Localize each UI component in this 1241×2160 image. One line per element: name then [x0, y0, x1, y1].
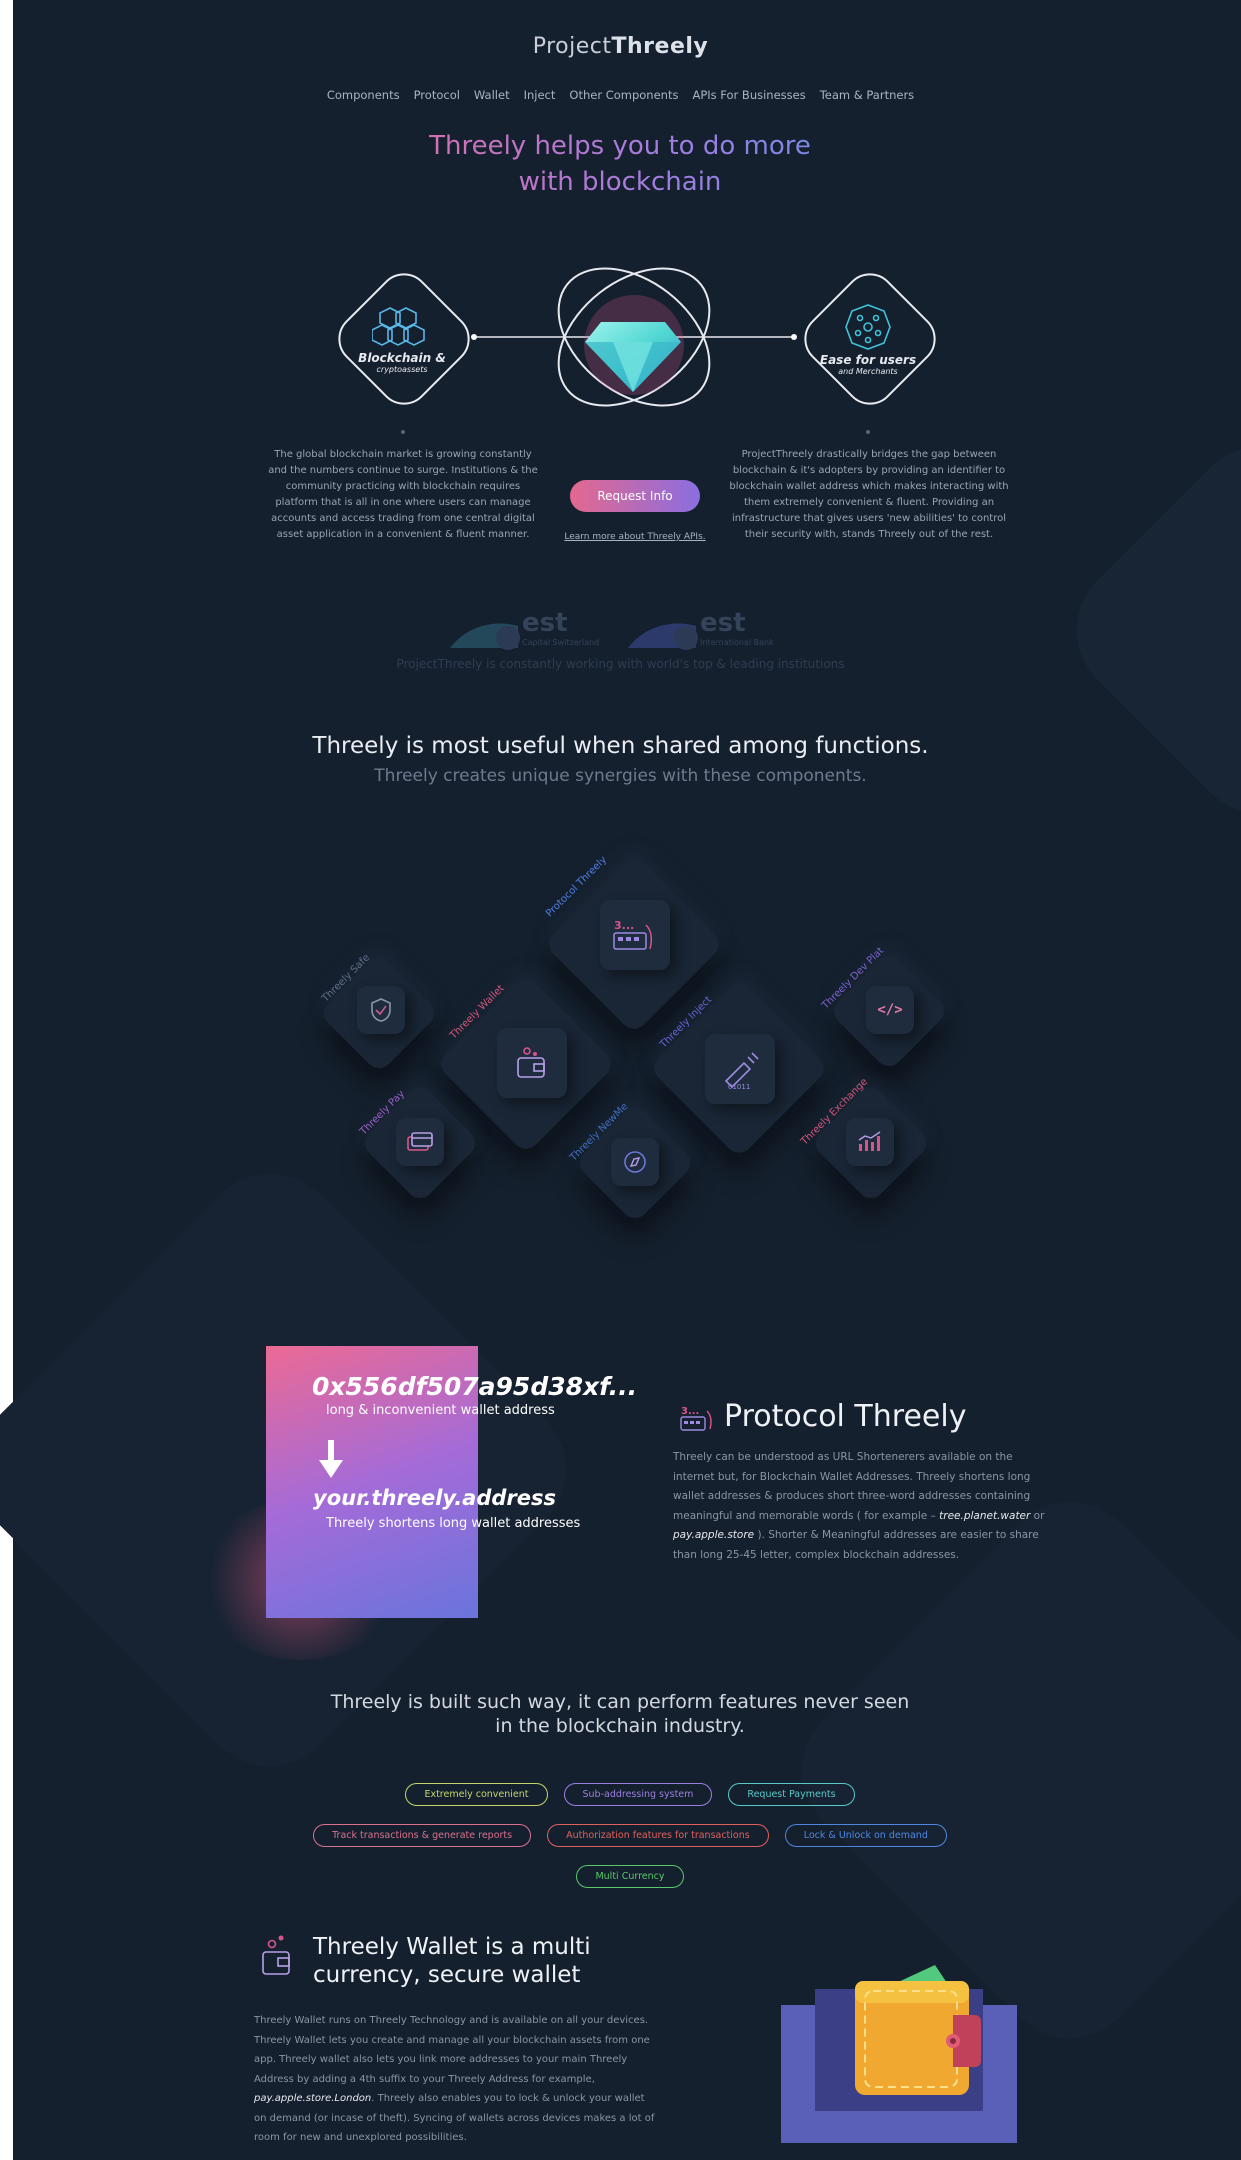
pill-multi-currency[interactable]: Multi Currency — [576, 1865, 684, 1888]
protocol-example-2: pay.apple.store — [673, 1529, 755, 1541]
nav-item-protocol[interactable]: Protocol — [414, 88, 460, 102]
pill-sub-addressing[interactable]: Sub-addressing system — [563, 1783, 713, 1806]
nav-item-other-components[interactable]: Other Components — [569, 88, 678, 102]
partner-swoosh-icon — [628, 623, 698, 650]
nav-item-apis[interactable]: APIs For Businesses — [692, 88, 805, 102]
users-card-title: Ease for users — [819, 353, 917, 367]
nav-item-team[interactable]: Team & Partners — [820, 88, 914, 102]
partner-sub-1: Capital Switzerland — [522, 638, 600, 647]
nav-item-wallet[interactable]: Wallet — [474, 88, 510, 102]
network-icon — [845, 304, 891, 350]
partner-sub-2: International Bank — [700, 638, 774, 647]
diamond-gem-icon — [585, 322, 681, 392]
wallet-example: pay.apple.store.London — [254, 2093, 372, 2104]
wallet-illustration — [781, 1965, 1017, 2143]
protocol-title: Protocol Threely — [724, 1399, 967, 1434]
request-info-button[interactable]: Request Info — [570, 480, 700, 512]
code-icon: </> — [866, 986, 914, 1034]
users-card-label: Ease for users and Merchants — [788, 353, 948, 376]
protocol-icon: 3... — [600, 900, 670, 970]
pill-extremely-convenient[interactable]: Extremely convenient — [405, 1783, 548, 1806]
long-address-caption: long & inconvenient wallet address — [326, 1403, 555, 1418]
partner-name-1: est — [522, 608, 568, 638]
short-address: your.threely.address — [313, 1486, 557, 1510]
blockchain-card-label: Blockchain & cryptoassets — [322, 351, 482, 374]
brand-prefix: Project — [532, 34, 612, 59]
partner-swoosh-icon — [450, 623, 520, 650]
wallet-text: Threely Wallet runs on Threely Technolog… — [254, 2011, 659, 2148]
wallet-title: Threely Wallet is a multi currency, secu… — [313, 1933, 591, 1989]
nav-item-components[interactable]: Components — [327, 88, 400, 102]
components-title: Threely is most useful when shared among… — [312, 733, 929, 759]
partner-name-2: est — [700, 608, 746, 638]
wallet-title-line2: currency, secure wallet — [313, 1962, 581, 1988]
pill-track-transactions[interactable]: Track transactions & generate reports — [313, 1824, 532, 1847]
users-card-subtitle: and Merchants — [838, 367, 898, 376]
top-nav: Components Protocol Wallet Inject Other … — [0, 88, 1241, 102]
brand-name: Threely — [611, 34, 709, 59]
protocol-title-code: 3... — [681, 1406, 699, 1417]
long-address: 0x556df507a95d38xf... — [312, 1372, 638, 1401]
protocol-code: 3... — [614, 919, 634, 932]
blockchain-card-subtitle: cryptoassets — [376, 365, 428, 374]
partners-text: ProjectThreely is constantly working wit… — [396, 657, 845, 671]
syringe-icon: 01011 — [705, 1034, 775, 1104]
shield-check-icon — [357, 986, 405, 1034]
left-dot — [401, 430, 405, 434]
protocol-text-b: or — [1030, 1509, 1045, 1522]
blockchain-card-title: Blockchain & — [358, 351, 446, 365]
pill-authorization[interactable]: Authorization features for transactions — [547, 1824, 769, 1847]
features-title: Threely is built such way, it can perfor… — [330, 1691, 910, 1737]
compass-icon — [611, 1138, 659, 1186]
wallet-title-line1: Threely Wallet is a multi — [313, 1934, 591, 1960]
right-dot — [866, 430, 870, 434]
chart-icon — [846, 1118, 894, 1166]
wallet-text-a: Threely Wallet runs on Threely Technolog… — [254, 2015, 650, 2085]
hero-left-text: The global blockchain market is growing … — [268, 449, 538, 540]
learn-more-link[interactable]: Learn more about Threely APIs. — [535, 532, 735, 542]
credit-card-icon — [396, 1118, 444, 1166]
blocks-icon — [372, 307, 425, 346]
protocol-text: Threely can be understood as URL Shorten… — [673, 1448, 1045, 1565]
pill-request-payments[interactable]: Request Payments — [728, 1783, 855, 1806]
hero-title-line1: Threely helps you to do more — [429, 131, 811, 161]
hero-title: Threely helps you to do more with blockc… — [320, 128, 920, 200]
pill-lock-unlock[interactable]: Lock & Unlock on demand — [784, 1824, 947, 1847]
short-address-caption: Threely shortens long wallet addresses — [326, 1516, 581, 1531]
arrow-down-icon — [319, 1440, 343, 1478]
brand-logo[interactable]: ProjectThreely — [0, 34, 1241, 59]
wallet-icon — [497, 1028, 567, 1098]
feature-pills: Extremely convenient Sub-addressing syst… — [290, 1783, 970, 1888]
nav-item-inject[interactable]: Inject — [524, 88, 556, 102]
protocol-title-icon: 3... — [680, 1406, 712, 1431]
components-subtitle: Threely creates unique synergies with th… — [374, 766, 867, 786]
hero-right-text: ProjectThreely drastically bridges the g… — [729, 449, 1009, 540]
wallet-title-icon — [262, 1935, 290, 1975]
protocol-example-1: tree.planet.water — [939, 1509, 1031, 1522]
hero-title-line2: with blockchain — [518, 167, 722, 197]
left-edge-strip — [0, 0, 13, 2160]
inject-code: 01011 — [728, 1083, 750, 1091]
